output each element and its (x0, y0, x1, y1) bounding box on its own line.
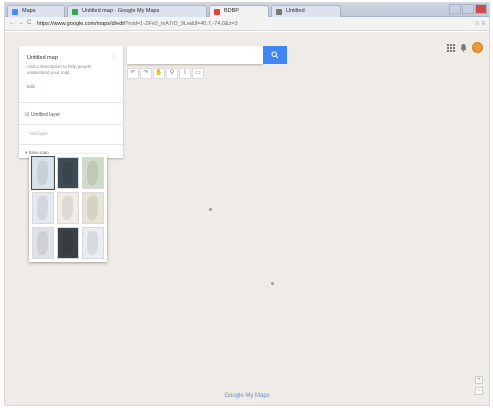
close-window-button[interactable] (475, 4, 487, 14)
account-area (447, 42, 483, 53)
favicon-icon (12, 9, 18, 15)
checkbox-icon[interactable]: ☑ (25, 112, 29, 118)
tab-bdbp[interactable]: BDBP (209, 5, 269, 17)
tab-maps[interactable]: Maps (7, 5, 65, 17)
reload-button[interactable]: C (27, 20, 31, 26)
map-marker[interactable] (271, 282, 274, 285)
base-map-option[interactable] (32, 192, 54, 224)
apps-grid-icon[interactable] (447, 43, 455, 52)
marker-icon[interactable]: ⚲ (166, 68, 178, 79)
chevron-down-icon: ▾ (25, 150, 28, 155)
base-map-option[interactable] (82, 227, 104, 259)
base-map-option[interactable] (31, 156, 55, 190)
search-input[interactable] (127, 46, 263, 64)
map-marker[interactable] (209, 208, 212, 211)
forward-button[interactable]: → (18, 20, 24, 26)
minimize-button[interactable] (449, 4, 461, 14)
favicon-icon (214, 9, 220, 15)
avatar[interactable] (472, 42, 483, 53)
url-field[interactable]: https://www.google.com/maps/d/edit?mid=1… (37, 19, 465, 29)
zoom-out-button[interactable]: − (475, 387, 483, 395)
map-toolbar: ↶ ↷ ✋ ⚲ ⌇ ▭ (127, 68, 204, 79)
base-map-option[interactable] (57, 227, 79, 259)
tab-strip: Maps Untitled map - Google My Maps BDBP … (5, 3, 489, 17)
tab-label: BDBP (224, 8, 239, 14)
base-map-option[interactable] (82, 157, 104, 189)
search-button[interactable] (263, 46, 287, 64)
base-map-grid (31, 156, 104, 259)
map-title[interactable]: Untitled map (27, 55, 58, 61)
back-button[interactable]: ← (9, 20, 15, 26)
undo-icon[interactable]: ↶ (127, 68, 139, 79)
tab-label: Untitled (286, 8, 305, 14)
base-map-option[interactable] (57, 192, 79, 224)
map-watermark: Google My Maps (224, 393, 270, 399)
browser-window: Maps Untitled map - Google My Maps BDBP … (4, 2, 490, 406)
more-vert-icon[interactable]: ⋮ (111, 54, 117, 61)
divider (19, 144, 123, 145)
url-path: ?mid=1-ZFx0_mA7rD_9Lw&ll=40.7,-74.0&z=3 (125, 21, 238, 27)
redo-icon[interactable]: ↷ (140, 68, 152, 79)
tab-label: Untitled map - Google My Maps (82, 8, 160, 14)
add-layer-link[interactable]: Add layer (29, 131, 48, 136)
base-map-option[interactable] (82, 192, 104, 224)
bell-icon[interactable] (460, 43, 467, 52)
tab-my-maps[interactable]: Untitled map - Google My Maps (67, 5, 207, 17)
map-canvas[interactable]: ⋮ Untitled map Add a description to help… (5, 32, 489, 405)
search-icon (271, 51, 279, 59)
layer-label: Untitled layer (30, 112, 61, 118)
favicon-icon (72, 9, 78, 15)
window-controls (448, 4, 487, 15)
zoom-in-button[interactable]: + (475, 376, 483, 384)
base-map-option[interactable] (57, 157, 79, 189)
hand-icon[interactable]: ✋ (153, 68, 165, 79)
bookmark-star-icon[interactable]: ☆ ≡ (474, 20, 485, 27)
base-map-picker (29, 154, 107, 262)
tab-label: Maps (22, 8, 36, 14)
tab-untitled[interactable]: Untitled (271, 5, 341, 17)
favicon-icon (276, 9, 282, 15)
maximize-button[interactable] (462, 4, 474, 14)
map-legend-panel: ⋮ Untitled map Add a description to help… (19, 46, 123, 158)
map-description[interactable]: Add a description to help people underst… (27, 64, 97, 76)
address-bar: ← → C https://www.google.com/maps/d/edit… (5, 17, 489, 31)
ruler-icon[interactable]: ▭ (192, 68, 204, 79)
edit-link[interactable]: Edit (27, 84, 35, 89)
divider (19, 124, 123, 125)
url-host: https://www.google.com/maps/d/edit (37, 21, 126, 27)
layer-item[interactable]: ☑ Untitled layer (25, 112, 60, 118)
line-icon[interactable]: ⌇ (179, 68, 191, 79)
divider (19, 102, 123, 103)
zoom-controls: + − (475, 376, 483, 395)
base-map-option[interactable] (32, 227, 54, 259)
